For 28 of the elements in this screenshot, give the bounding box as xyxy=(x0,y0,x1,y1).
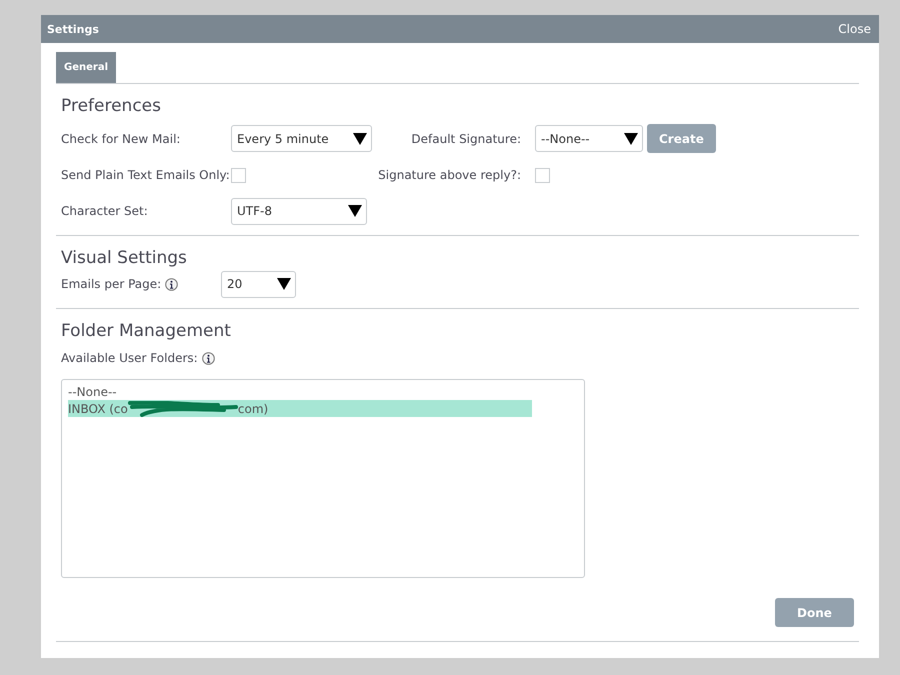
field-label: Character Set: xyxy=(61,204,149,218)
mail-interval-select[interactable]: Every 5 minute xyxy=(231,125,372,152)
section-heading: Visual Settings xyxy=(61,248,188,268)
folder-list[interactable]: --None-- INBOX (co com) xyxy=(61,379,585,578)
dropdown-caret-icon xyxy=(277,278,291,290)
dropdown-caret-icon xyxy=(624,132,638,144)
field-label: Emails per Page: xyxy=(61,277,162,291)
signature-select[interactable]: --None-- xyxy=(535,125,643,152)
field-label: Check for New Mail: xyxy=(61,132,182,146)
page-size-select[interactable]: 20 xyxy=(221,270,296,298)
close-button[interactable]: Close xyxy=(838,22,871,36)
field-label: Available User Folders: xyxy=(61,351,198,365)
dropdown-caret-icon xyxy=(353,132,367,144)
checkbox[interactable] xyxy=(535,168,550,182)
charset-select[interactable]: UTF-8 xyxy=(231,198,367,224)
field-label: Signature above reply?: xyxy=(377,168,522,182)
field-label: Send Plain Text Emails Only: xyxy=(61,168,231,182)
section-heading: Preferences xyxy=(61,96,162,116)
info-icon xyxy=(202,352,215,364)
folder-item[interactable]: --None-- xyxy=(68,383,532,400)
checkbox[interactable] xyxy=(231,168,246,182)
field-label: Default Signature: xyxy=(410,132,522,146)
tab[interactable]: General xyxy=(56,52,116,83)
folder-item[interactable]: INBOX (co com) xyxy=(68,400,532,417)
section-heading: Folder Management xyxy=(61,321,232,341)
info-icon xyxy=(165,278,178,290)
dropdown-caret-icon xyxy=(348,205,362,217)
window-title: Settings xyxy=(47,22,99,36)
